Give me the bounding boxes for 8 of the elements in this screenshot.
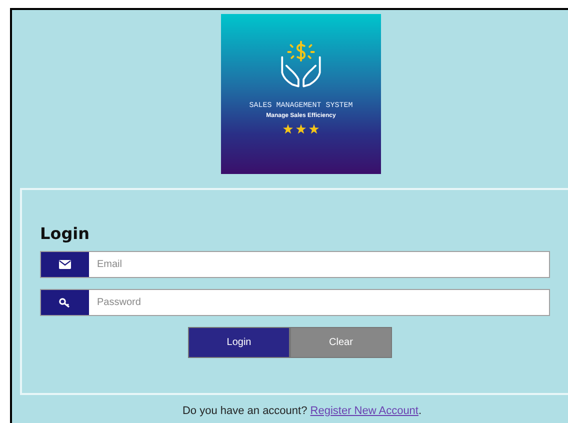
login-heading: Login [40, 224, 91, 243]
login-button[interactable]: Login [188, 327, 290, 358]
star-icon [309, 124, 319, 134]
register-link[interactable]: Register New Account [310, 405, 418, 417]
star-icon [296, 124, 306, 134]
clear-button[interactable]: Clear [290, 327, 392, 358]
star-icon [283, 124, 293, 134]
register-prompt: Do you have an account? Register New Account. [182, 405, 422, 417]
